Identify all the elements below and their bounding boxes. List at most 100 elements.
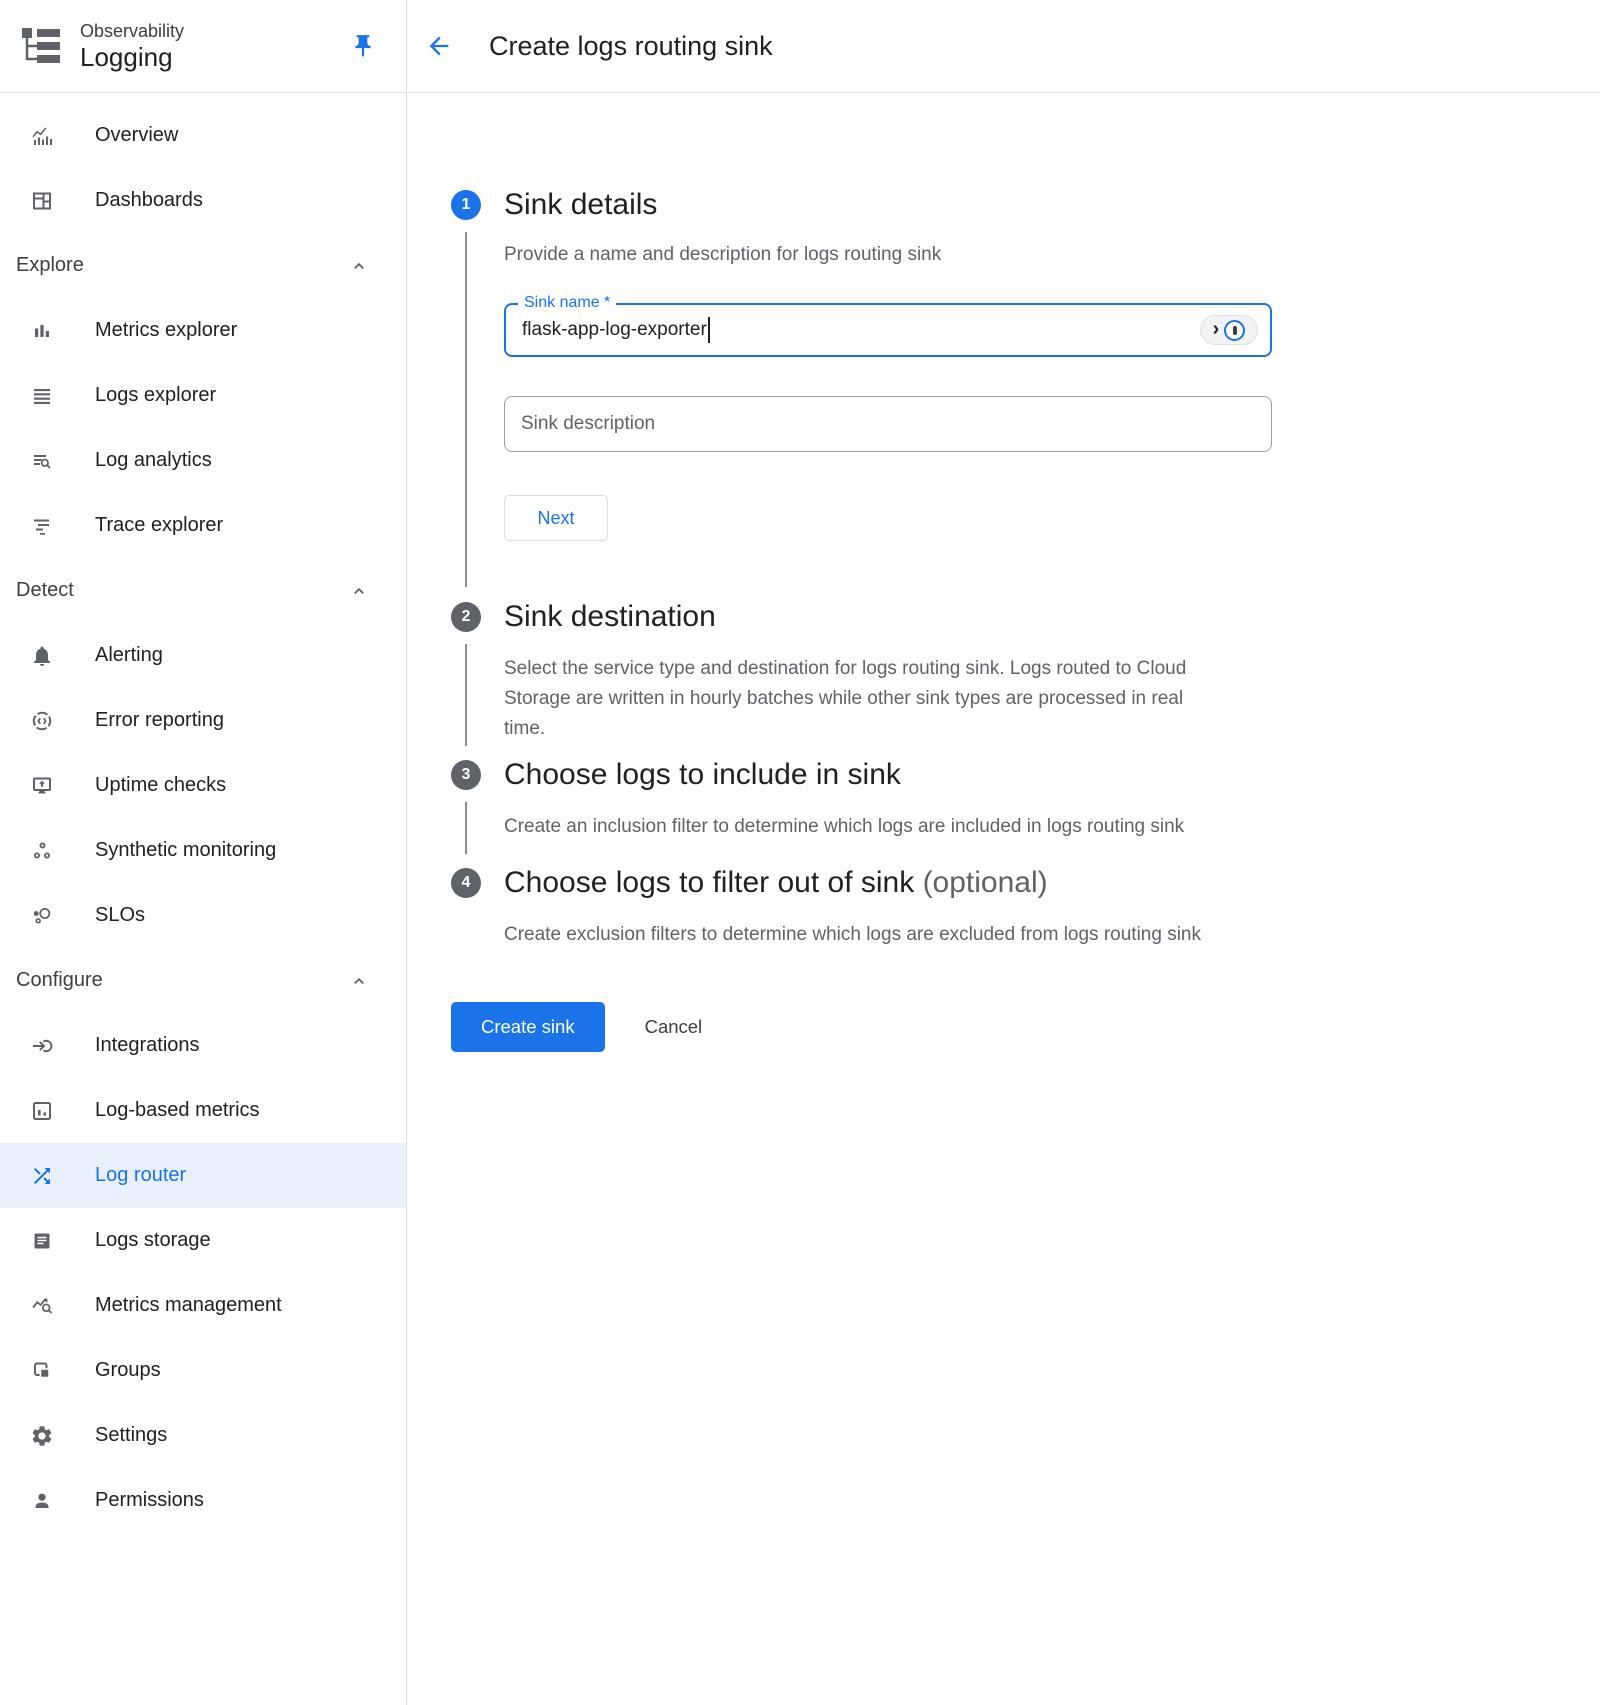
sidebar-item-synthetic-monitoring[interactable]: Synthetic monitoring: [0, 818, 406, 883]
step-connector-line: [465, 644, 467, 746]
sidebar-item-label: Overview: [95, 124, 178, 147]
groups-icon: [30, 1359, 54, 1383]
chevron-up-icon: [348, 255, 370, 277]
sink-name-input[interactable]: Sink name * flask-app-log-exporter ›: [504, 303, 1272, 357]
logging-product-icon: [18, 22, 66, 70]
sidebar-item-dashboards[interactable]: Dashboards: [0, 168, 406, 233]
uptime-monitor-icon: [30, 774, 54, 798]
sidebar-section-explore[interactable]: Explore: [0, 233, 406, 298]
sidebar-item-label: Logs explorer: [95, 384, 216, 407]
step-description: Provide a name and description for logs …: [504, 240, 1209, 270]
sidebar-item-slos[interactable]: SLOs: [0, 883, 406, 948]
sidebar-item-label: Permissions: [95, 1489, 204, 1512]
log-search-icon: [30, 449, 54, 473]
step-rail: 4: [451, 868, 481, 950]
sidebar-item-label: Integrations: [95, 1034, 200, 1057]
form-actions: Create sink Cancel: [451, 1002, 1600, 1052]
logs-storage-icon: [30, 1229, 54, 1253]
sidebar-item-log-router[interactable]: Log router: [0, 1143, 406, 1208]
step-rail: 2: [451, 602, 481, 754]
sidebar-item-overview[interactable]: Overview: [0, 103, 406, 168]
pin-icon[interactable]: [350, 33, 376, 59]
step-sink-details: 1 Sink details Provide a name and descri…: [451, 190, 1600, 595]
step-connector-line: [465, 802, 467, 854]
sidebar-item-label: Log analytics: [95, 449, 212, 472]
step-number-badge: 4: [451, 868, 481, 898]
sidebar-item-groups[interactable]: Groups: [0, 1338, 406, 1403]
sidebar-item-logs-explorer[interactable]: Logs explorer: [0, 363, 406, 428]
section-label: Configure: [16, 969, 103, 992]
step-description: Create exclusion filters to determine wh…: [504, 920, 1209, 950]
sidebar-item-settings[interactable]: Settings: [0, 1403, 406, 1468]
sidebar-item-label: Log-based metrics: [95, 1099, 260, 1122]
sidebar-item-label: Alerting: [95, 644, 163, 667]
step-choose-logs-filter-out: 4 Choose logs to filter out of sink (opt…: [451, 868, 1600, 950]
sidebar: Observability Logging Overview Dashboard…: [0, 0, 407, 1705]
main-panel: Create logs routing sink 1 Sink details …: [408, 0, 1600, 1705]
step-title: Choose logs to include in sink: [504, 760, 1600, 790]
sidebar-section-configure[interactable]: Configure: [0, 948, 406, 1013]
chevron-up-icon: [348, 580, 370, 602]
integrations-icon: [30, 1034, 54, 1058]
create-sink-button[interactable]: Create sink: [451, 1002, 605, 1052]
sink-description-input[interactable]: Sink description: [504, 396, 1272, 452]
section-label: Detect: [16, 579, 74, 602]
step-title-text: Choose logs to filter out of sink: [504, 866, 914, 899]
chevron-right-icon: ›: [1213, 319, 1220, 339]
next-button[interactable]: Next: [504, 495, 608, 541]
step-number-badge: 3: [451, 760, 481, 790]
stepper: 1 Sink details Provide a name and descri…: [408, 93, 1600, 1052]
sidebar-item-label: Metrics management: [95, 1294, 282, 1317]
step-title: Sink destination: [504, 602, 1600, 632]
overview-chart-icon: [30, 124, 54, 148]
sidebar-item-label: Error reporting: [95, 709, 224, 732]
bar-chart-icon: [30, 319, 54, 343]
slo-circles-icon: [30, 904, 54, 928]
step-rail: 1: [451, 190, 481, 595]
sidebar-item-log-based-metrics[interactable]: Log-based metrics: [0, 1078, 406, 1143]
sidebar-item-error-reporting[interactable]: Error reporting: [0, 688, 406, 753]
sidebar-item-metrics-management[interactable]: Metrics management: [0, 1273, 406, 1338]
person-icon: [30, 1489, 54, 1513]
sidebar-item-log-analytics[interactable]: Log analytics: [0, 428, 406, 493]
sidebar-item-label: Synthetic monitoring: [95, 839, 276, 862]
sidebar-item-trace-explorer[interactable]: Trace explorer: [0, 493, 406, 558]
sidebar-title-block: Observability Logging: [80, 20, 184, 72]
cancel-button[interactable]: Cancel: [645, 1016, 703, 1038]
step-title: Choose logs to filter out of sink (optio…: [504, 868, 1600, 898]
password-manager-autofill-button[interactable]: ›: [1200, 315, 1258, 345]
synthetic-nodes-icon: [30, 839, 54, 863]
sidebar-nav: Overview Dashboards Explore Metrics expl…: [0, 93, 406, 1533]
log-based-metrics-icon: [30, 1099, 54, 1123]
bell-icon: [30, 644, 54, 668]
sidebar-section-detect[interactable]: Detect: [0, 558, 406, 623]
step-number-badge: 2: [451, 602, 481, 632]
sidebar-item-metrics-explorer[interactable]: Metrics explorer: [0, 298, 406, 363]
sidebar-item-uptime-checks[interactable]: Uptime checks: [0, 753, 406, 818]
page-title: Create logs routing sink: [489, 31, 773, 62]
sidebar-item-alerting[interactable]: Alerting: [0, 623, 406, 688]
text-cursor: [708, 317, 710, 343]
page-header: Create logs routing sink: [408, 0, 1600, 93]
error-reporting-icon: [30, 709, 54, 733]
gear-icon: [30, 1424, 54, 1448]
sidebar-item-label: Settings: [95, 1424, 167, 1447]
sink-description-placeholder: Sink description: [521, 413, 655, 435]
sidebar-item-label: Logs storage: [95, 1229, 211, 1252]
step-sink-destination: 2 Sink destination Select the service ty…: [451, 602, 1600, 754]
sidebar-item-permissions[interactable]: Permissions: [0, 1468, 406, 1533]
log-lines-icon: [30, 384, 54, 408]
back-arrow-icon[interactable]: [425, 32, 453, 60]
metrics-management-icon: [30, 1294, 54, 1318]
sidebar-item-integrations[interactable]: Integrations: [0, 1013, 406, 1078]
sink-name-label: Sink name *: [518, 294, 616, 312]
sidebar-item-label: Metrics explorer: [95, 319, 237, 342]
step-title-optional-suffix: (optional): [923, 866, 1048, 899]
trace-spans-icon: [30, 514, 54, 538]
step-connector-line: [465, 232, 467, 587]
step-description: Select the service type and destination …: [504, 654, 1209, 744]
log-router-shuffle-icon: [30, 1164, 54, 1188]
sidebar-item-label: Dashboards: [95, 189, 203, 212]
sidebar-item-label: Trace explorer: [95, 514, 223, 537]
sidebar-item-logs-storage[interactable]: Logs storage: [0, 1208, 406, 1273]
